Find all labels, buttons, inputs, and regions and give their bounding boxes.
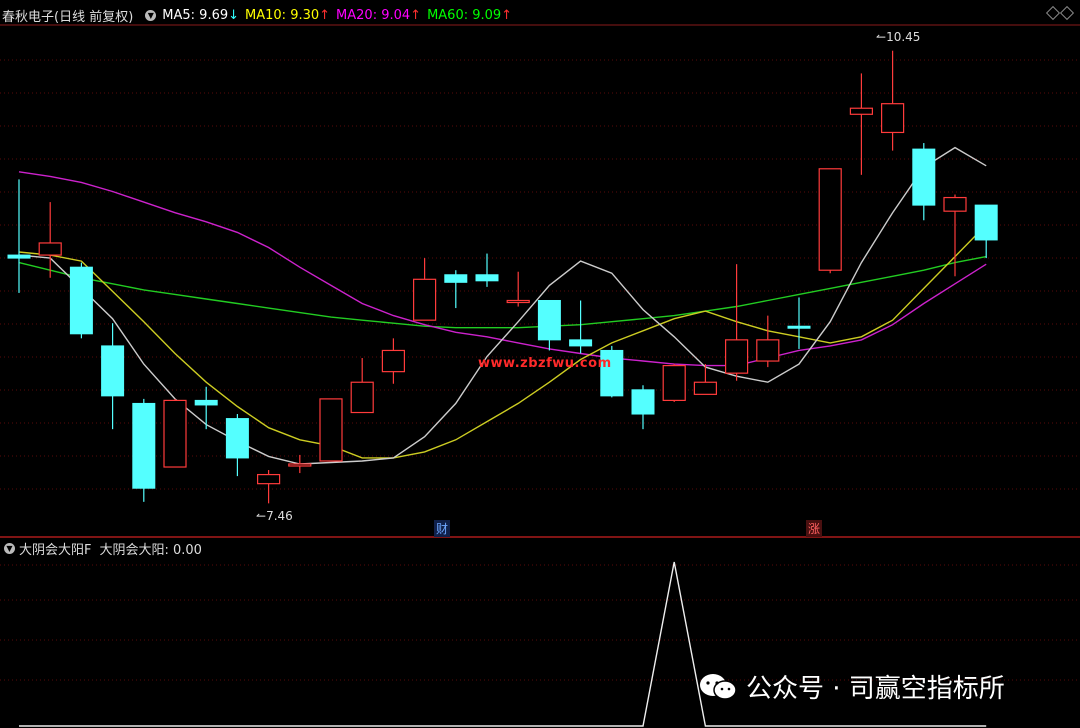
candle[interactable] bbox=[849, 73, 874, 175]
candle[interactable] bbox=[631, 385, 655, 430]
candle-body-down bbox=[7, 254, 31, 259]
tag-zhang[interactable]: 涨 bbox=[806, 520, 823, 537]
candle-body-down bbox=[912, 148, 936, 206]
candle-body-up bbox=[38, 242, 62, 256]
candle-body-down bbox=[569, 339, 593, 347]
candle[interactable] bbox=[444, 270, 468, 309]
candle-body-down bbox=[132, 402, 156, 489]
watermark-url: www.zbzfwu.com bbox=[478, 356, 612, 371]
candle[interactable] bbox=[350, 358, 374, 414]
candle-body-down bbox=[225, 418, 249, 459]
candle-body-up bbox=[257, 473, 281, 485]
indicator-settings-icon[interactable]: ▼ bbox=[4, 543, 15, 554]
candle-body-up bbox=[381, 349, 405, 373]
candle-body-up bbox=[163, 399, 187, 468]
high-price-value: 10.45 bbox=[886, 30, 921, 44]
watermark-text: 公众号 · 司赢空指标所 bbox=[746, 674, 1005, 704]
candle-body-down bbox=[444, 274, 468, 283]
candle-body-down bbox=[787, 325, 811, 329]
wechat-icon bbox=[700, 673, 737, 700]
candle-body-down bbox=[974, 204, 998, 241]
candle[interactable] bbox=[194, 386, 218, 430]
candle[interactable] bbox=[132, 398, 156, 502]
low-price-value: 7.46 bbox=[266, 509, 293, 523]
candle-body-up bbox=[506, 299, 530, 304]
candle-body-up bbox=[288, 463, 312, 467]
candle-body-up bbox=[724, 339, 749, 374]
candle[interactable] bbox=[537, 299, 561, 351]
candle-body-up bbox=[350, 381, 374, 414]
candle[interactable] bbox=[818, 168, 842, 274]
candle-body-down bbox=[101, 345, 125, 397]
candle-body-down bbox=[631, 389, 655, 415]
candle-body-down bbox=[537, 299, 561, 341]
low-price-label: ↼7.46 bbox=[256, 509, 293, 523]
candle[interactable] bbox=[7, 179, 31, 293]
candle[interactable] bbox=[787, 297, 811, 349]
candle-body-down bbox=[194, 399, 218, 406]
candle[interactable] bbox=[662, 364, 686, 402]
indicator-header: ▼ 大阴会大阳F 大阴会大阳: 0.00 bbox=[2, 539, 202, 558]
candle[interactable] bbox=[724, 264, 749, 381]
candle[interactable] bbox=[319, 398, 343, 462]
candle-body-up bbox=[319, 398, 343, 462]
candle[interactable] bbox=[569, 300, 593, 354]
candle-body-up bbox=[693, 381, 718, 395]
candle-body-up bbox=[849, 107, 874, 115]
candle[interactable] bbox=[288, 454, 312, 474]
candle[interactable] bbox=[974, 204, 998, 259]
candle-body-up bbox=[413, 278, 437, 321]
candle-body-up bbox=[818, 168, 842, 271]
candle[interactable] bbox=[225, 414, 249, 477]
candle-body-down bbox=[69, 266, 93, 335]
candle[interactable] bbox=[475, 253, 499, 287]
candle[interactable] bbox=[381, 338, 405, 384]
watermark-wechat: 公众号 · 司赢空指标所 bbox=[698, 668, 1005, 705]
candle[interactable] bbox=[413, 258, 437, 321]
candle[interactable] bbox=[600, 345, 624, 398]
candle-body-down bbox=[475, 274, 499, 282]
candle[interactable] bbox=[506, 271, 530, 307]
candle[interactable] bbox=[69, 262, 93, 339]
candle[interactable] bbox=[912, 143, 936, 221]
high-price-label: ↼10.45 bbox=[876, 30, 921, 44]
candle[interactable] bbox=[693, 364, 718, 395]
candle-body-up bbox=[756, 339, 780, 362]
indicator-title[interactable]: 大阴会大阳F bbox=[19, 539, 91, 558]
candle[interactable] bbox=[101, 323, 125, 430]
candle[interactable] bbox=[163, 398, 187, 468]
candle-body-up bbox=[880, 103, 905, 134]
candle-body-up bbox=[662, 364, 686, 402]
indicator-value: 大阴会大阳: 0.00 bbox=[99, 543, 202, 558]
candle[interactable] bbox=[257, 470, 281, 504]
tag-cai[interactable]: 财 bbox=[434, 520, 451, 537]
candle[interactable] bbox=[756, 315, 780, 368]
candle[interactable] bbox=[880, 50, 905, 151]
candle-body-up bbox=[943, 196, 967, 212]
